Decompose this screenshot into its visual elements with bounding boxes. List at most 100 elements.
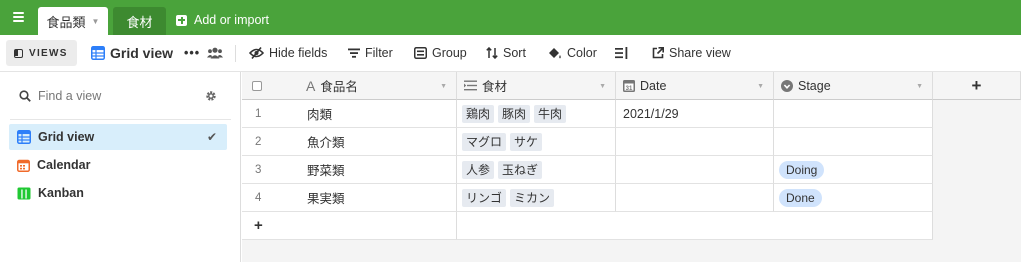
add-or-import-label: Add or import [194,13,270,27]
stage-pill: Doing [779,160,825,179]
column-header-stage[interactable]: Stage ▼ [774,72,933,100]
row-number: 4 [242,184,294,212]
row-height-icon [615,47,628,59]
check-icon: ✔ [206,130,217,144]
share-view-label: Share view [669,46,731,60]
share-icon [652,47,664,59]
ingredient-tag: リンゴ [462,188,507,207]
row-number: 1 [242,100,294,128]
row-number: 2 [242,128,294,156]
filter-button[interactable]: Filter [348,35,393,71]
add-row-button[interactable]: + [242,212,457,240]
view-toolbar: VIEWS Grid view ••• Hide fields Filter G… [0,35,1021,72]
eye-slash-icon [249,47,264,59]
gear-icon[interactable] [205,90,217,102]
sidebar-item-calendar[interactable]: Calendar [9,152,227,178]
people-icon [207,47,223,59]
sidebar-icon [14,48,23,58]
ingredient-tag: 玉ねぎ [498,160,543,179]
tab-ingredients[interactable]: 食材 [113,7,166,35]
filter-label: Filter [365,46,393,60]
share-view-button[interactable]: Share view [652,35,731,71]
svg-text:31: 31 [626,85,633,91]
column-header-label: 食品名 [320,80,358,94]
plus-icon: + [254,217,263,234]
view-switcher[interactable]: Grid view [91,35,173,71]
views-toggle-button[interactable]: VIEWS [6,40,77,66]
ingredient-tag: 人参 [462,160,495,179]
sidebar-divider [10,119,231,120]
add-field-button[interactable]: + [933,72,1021,100]
views-sidebar: Find a view Grid view ✔ Calendar Kanban [0,72,241,262]
stage-cell[interactable]: Done [774,184,933,212]
primary-field-header[interactable]: A 食品名 ▼ [242,72,457,100]
grid-icon [17,130,31,144]
sidebar-item-label: Calendar [37,158,91,172]
chevron-down-icon[interactable]: ▼ [757,83,764,90]
color-button[interactable]: Color [548,35,597,71]
chevron-down-icon[interactable]: ▼ [599,83,606,90]
paint-bucket-icon [549,47,561,58]
ingredients-cell[interactable]: マグロ サケ [457,128,616,156]
date-cell[interactable] [616,156,774,184]
row-number: 3 [242,156,294,184]
sort-icon [486,47,498,59]
chevron-down-icon[interactable]: ▼ [440,83,447,90]
tab-foods[interactable]: 食品類 ▼ [38,7,108,35]
collaborators-icon[interactable] [207,35,228,71]
stage-cell[interactable] [774,100,933,128]
stage-cell[interactable]: Doing [774,156,933,184]
chevron-down-icon[interactable]: ▼ [92,17,100,26]
toolbar-divider [235,45,236,62]
color-label: Color [567,46,597,60]
grid-area: A 食品名 ▼ 食材 ▼ 31 Date ▼ Stage ▼ + 1 肉類 鶏肉… [242,72,1021,262]
more-options-icon[interactable]: ••• [184,35,200,71]
name-cell[interactable]: 魚介類 [294,128,457,156]
name-cell[interactable]: 肉類 [294,100,457,128]
stage-cell[interactable] [774,128,933,156]
link-field-icon [464,80,477,91]
column-header-ingredients[interactable]: 食材 ▼ [457,72,616,100]
ingredient-tag: 豚肉 [498,104,531,123]
plus-icon: + [971,75,982,95]
date-cell[interactable] [616,128,774,156]
chevron-down-icon[interactable]: ▼ [916,83,923,90]
sidebar-item-kanban[interactable]: Kanban [9,180,227,206]
date-cell[interactable] [616,184,774,212]
single-select-icon [781,79,793,92]
sort-label: Sort [503,46,526,60]
name-cell[interactable]: 果実類 [294,184,457,212]
sidebar-item-grid-view[interactable]: Grid view ✔ [9,124,227,150]
text-field-icon: A [306,77,316,94]
select-all-checkbox[interactable] [252,80,262,91]
date-cell[interactable]: 2021/1/29 [616,100,774,128]
hide-fields-button[interactable]: Hide fields [249,35,327,71]
group-icon [414,47,427,59]
ingredient-tag: サケ [510,132,543,151]
tab-foods-label: 食品類 [46,14,86,30]
grid-icon [91,46,105,60]
ingredients-cell[interactable]: 鶏肉 豚肉 牛肉 [457,100,616,128]
column-header-date[interactable]: 31 Date ▼ [616,72,774,100]
sort-button[interactable]: Sort [486,35,526,71]
top-bar: 食品類 ▼ 食材 Add or import [0,0,1021,35]
ingredient-tag: 牛肉 [534,104,567,123]
row-height-button[interactable] [615,35,633,71]
stage-pill: Done [779,188,822,207]
group-label: Group [432,46,467,60]
views-label: VIEWS [29,47,68,59]
menu-icon[interactable] [13,12,24,22]
hide-fields-label: Hide fields [269,46,328,60]
kanban-icon [17,187,31,199]
find-view-input[interactable]: Find a view [19,89,101,103]
name-cell[interactable]: 野菜類 [294,156,457,184]
group-button[interactable]: Group [414,35,467,71]
add-row-filler[interactable] [457,212,933,240]
sidebar-item-label: Grid view [38,130,95,144]
calendar-icon [17,159,30,172]
column-header-label: 食材 [482,80,508,94]
ingredients-cell[interactable]: 人参 玉ねぎ [457,156,616,184]
add-or-import-button[interactable]: Add or import [176,12,269,28]
filter-icon [348,48,360,58]
ingredients-cell[interactable]: リンゴ ミカン [457,184,616,212]
